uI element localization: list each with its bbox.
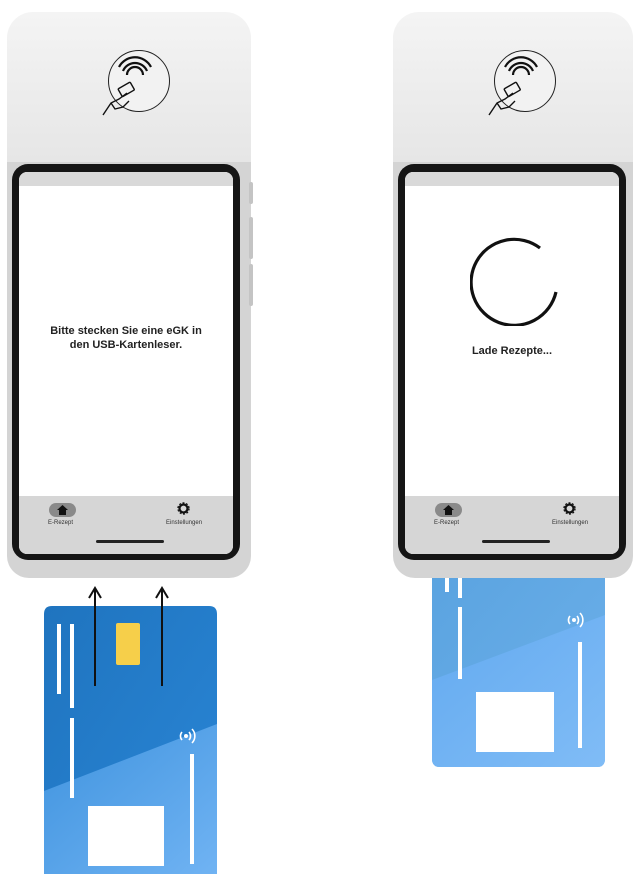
contactless-icon (566, 608, 592, 628)
status-bar (19, 172, 233, 186)
side-button[interactable] (249, 264, 253, 306)
loading-spinner-icon (470, 234, 562, 326)
hand-tap-nfc-icon (483, 49, 555, 119)
screen: Bitte stecken Sie eine eGK in den USB-Ka… (19, 172, 233, 554)
screen-bezel: Bitte stecken Sie eine eGK in den USB-Ka… (12, 164, 240, 560)
arrow-up-icon (88, 586, 102, 691)
screen: Lade Rezepte... E-Rezept Einstellungen (405, 172, 619, 554)
nav-label-einstellungen: Einstellungen (552, 520, 589, 526)
nav-label-einstellungen: Einstellungen (166, 520, 203, 526)
home-indicator[interactable] (482, 540, 550, 543)
nav-label-e-rezept: E-Rezept (48, 520, 74, 526)
loading-message: Lade Rezepte... (471, 345, 553, 357)
screen-bezel: Lade Rezepte... E-Rezept Einstellungen (398, 164, 626, 560)
card-terminal-left: Bitte stecken Sie eine eGK in den USB-Ka… (7, 12, 253, 578)
card-terminal-right: Lade Rezepte... E-Rezept Einstellungen (393, 12, 633, 578)
home-icon (443, 505, 454, 515)
nav-item-e-rezept[interactable] (435, 503, 462, 517)
side-button[interactable] (249, 182, 253, 204)
contactless-icon (178, 724, 204, 744)
nav-item-e-rezept[interactable] (49, 503, 76, 517)
nav-label-e-rezept: E-Rezept (434, 520, 460, 526)
side-button[interactable] (249, 217, 253, 259)
nfc-tap-badge (488, 50, 556, 116)
nfc-tap-badge (102, 50, 170, 116)
hand-tap-nfc-icon (97, 49, 169, 119)
egk-card-inserted (432, 570, 605, 767)
home-indicator[interactable] (96, 540, 164, 543)
bottom-navigation: E-Rezept Einstellungen (19, 496, 233, 554)
status-bar (405, 172, 619, 186)
home-icon (57, 505, 68, 515)
egk-card (44, 606, 217, 874)
gear-icon[interactable] (177, 502, 190, 515)
bottom-navigation: E-Rezept Einstellungen (405, 496, 619, 554)
gear-icon[interactable] (563, 502, 576, 515)
arrow-up-icon (155, 586, 169, 691)
insert-card-message: Bitte stecken Sie eine eGK in den USB-Ka… (50, 325, 202, 351)
